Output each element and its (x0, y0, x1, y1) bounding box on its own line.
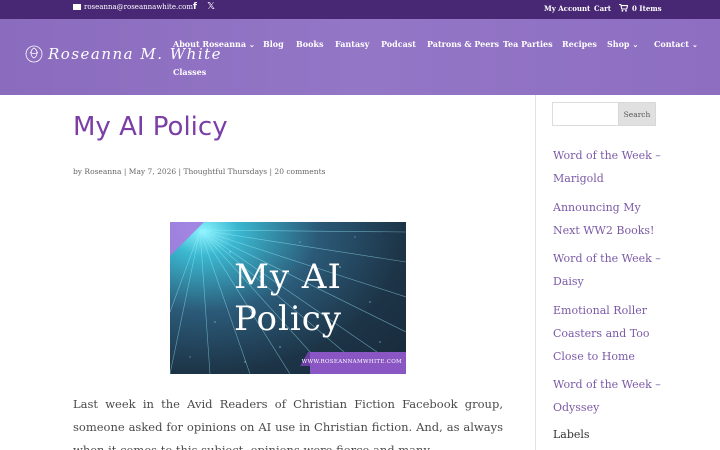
image-title-line2: Policy (234, 299, 342, 339)
nav-blog[interactable]: Blog (263, 39, 284, 49)
sidebar-divider (535, 95, 536, 450)
nav-tea-parties[interactable]: Tea Parties (503, 39, 553, 49)
cart-icon[interactable] (619, 4, 628, 12)
envelope-icon (73, 4, 81, 10)
search-button[interactable]: Search (618, 102, 656, 126)
site-header: Roseanna M. White About Roseanna ⌄ Classe… (0, 19, 720, 95)
nav-label: Tea Parties (503, 39, 553, 49)
image-title-line1: My AI (234, 257, 342, 297)
recent-post-link[interactable]: Announcing My Next WW2 Books! (553, 196, 663, 242)
chevron-down-icon: ⌄ (691, 40, 698, 49)
chevron-down-icon: ⌄ (249, 40, 255, 49)
recent-post-link[interactable]: Word of the Week – Odyssey (553, 373, 663, 419)
email-link[interactable]: roseanna@roseannawhite.com (73, 3, 193, 11)
facebook-icon[interactable]: f (193, 2, 197, 12)
post-meta: by Roseanna | May 7, 2026 | Thoughtful T… (73, 167, 326, 176)
nav-podcast[interactable]: Podcast (381, 39, 416, 49)
nav-label: Contact (654, 39, 689, 49)
nav-label: Recipes (562, 39, 597, 49)
recent-post-link[interactable]: Word of the Week – Marigold (553, 144, 663, 190)
nav-patrons-peers[interactable]: Patrons & Peers (427, 39, 499, 49)
post-title: My AI Policy (73, 112, 228, 142)
email-text: roseanna@roseannawhite.com (84, 3, 194, 11)
chevron-down-icon: ⌄ (632, 40, 639, 49)
recent-post-link[interactable]: Word of the Week – Daisy (553, 247, 663, 293)
featured-image: My AI Policy WWW.ROSEANNAMWHITE.COM (170, 222, 406, 374)
nav-classes[interactable]: Classes (173, 67, 206, 77)
nav-label: Podcast (381, 39, 416, 49)
top-bar: roseanna@roseannawhite.com f 𝕏 My Accoun… (0, 0, 720, 19)
nav-books[interactable]: Books (296, 39, 323, 49)
image-site-url: WWW.ROSEANNAMWHITE.COM (301, 359, 402, 365)
nav-shop[interactable]: Shop ⌄ (607, 39, 638, 49)
rose-icon (25, 45, 43, 63)
cart-link[interactable]: Cart (594, 4, 611, 13)
my-account-link[interactable]: My Account (544, 4, 590, 13)
x-twitter-icon[interactable]: 𝕏 (207, 1, 215, 12)
cart-items-count[interactable]: 0 Items (632, 4, 662, 13)
nav-label: Classes (173, 67, 207, 77)
nav-about-roseanna[interactable]: About Roseanna ⌄ (173, 39, 255, 49)
nav-label: About Roseanna (173, 39, 247, 49)
nav-label: Blog (263, 39, 284, 49)
recent-post-link[interactable]: Emotional Roller Coasters and Too Close … (553, 299, 663, 368)
search-input[interactable] (552, 102, 619, 126)
post-body-paragraph: Last week in the Avid Readers of Christi… (73, 397, 503, 450)
nav-contact[interactable]: Contact ⌄ (654, 39, 698, 49)
nav-fantasy[interactable]: Fantasy (335, 39, 369, 49)
labels-heading: Labels (553, 428, 590, 441)
nav-label: Patrons & Peers (427, 39, 500, 49)
nav-label: Books (296, 39, 324, 49)
nav-label: Fantasy (335, 39, 370, 49)
nav-label: Shop (607, 39, 630, 49)
nav-recipes[interactable]: Recipes (562, 39, 597, 49)
